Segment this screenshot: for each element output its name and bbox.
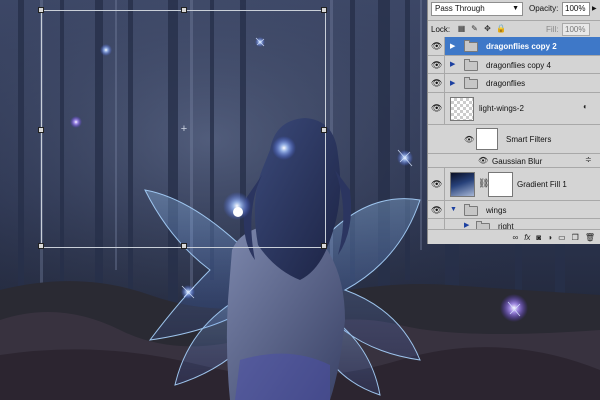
blend-mode-select[interactable]: Pass Through ▼	[431, 2, 523, 16]
layer-row[interactable]: 👁 ▶ dragonflies copy 2	[428, 37, 600, 56]
visibility-toggle	[428, 125, 445, 153]
folder-icon	[464, 204, 478, 216]
layer-name: Smart Filters	[506, 135, 552, 144]
fill-label: Fill:	[546, 25, 559, 34]
lock-row: Lock: ▦ ✎ ✥ 🔒 Fill: 100%	[428, 20, 600, 38]
folder-icon[interactable]: ▭	[558, 233, 566, 242]
layer-row[interactable]: 👁 light-wings-2 ◐	[428, 93, 600, 125]
folder-icon	[464, 40, 478, 52]
folder-icon	[464, 77, 478, 89]
transform-handle-middle-right[interactable]	[321, 127, 327, 133]
eye-icon: 👁	[431, 78, 443, 88]
expand-triangle-icon[interactable]: ▶	[464, 221, 469, 229]
fill-input[interactable]: 100%	[562, 23, 590, 36]
transform-handle-top-left[interactable]	[38, 7, 44, 13]
layer-mask-thumbnail	[488, 172, 513, 197]
layer-name: Gradient Fill 1	[517, 180, 567, 189]
eye-icon: 👁	[431, 41, 443, 51]
visibility-toggle[interactable]: 👁	[428, 168, 445, 200]
layer-name: dragonflies copy 2	[486, 42, 557, 51]
visibility-toggle[interactable]: 👁	[428, 201, 445, 218]
lock-position-icon[interactable]: ✥	[483, 24, 492, 33]
transform-handle-bottom-center[interactable]	[181, 243, 187, 249]
folder-icon	[464, 59, 478, 71]
expand-triangle-icon[interactable]: ▶	[450, 79, 455, 87]
layers-panel-bottom-bar: ∞ fx ◙ ◑ ▭ ❐ 🗑	[428, 229, 600, 244]
visibility-toggle[interactable]: 👁	[428, 74, 445, 92]
eye-icon: 👁	[431, 103, 443, 113]
transform-handle-bottom-right[interactable]	[321, 243, 327, 249]
smart-filter-indicator-icon[interactable]: ◐	[583, 102, 588, 111]
lock-label: Lock:	[431, 25, 451, 34]
visibility-toggle[interactable]: 👁	[428, 37, 445, 55]
lock-image-icon[interactable]: ✎	[470, 24, 479, 33]
expand-triangle-icon[interactable]: ▶	[450, 60, 455, 68]
mask-icon[interactable]: ◙	[536, 233, 541, 242]
layer-name: light-wings-2	[479, 104, 524, 113]
transform-handle-top-right[interactable]	[321, 7, 327, 13]
layer-thumbnail	[450, 97, 474, 121]
layers-panel-toolbar: Pass Through ▼ Opacity: 100% ▶	[428, 0, 600, 20]
adjustment-icon[interactable]: ◑	[547, 233, 552, 242]
layer-name: dragonflies copy 4	[486, 61, 551, 70]
opacity-label: Opacity:	[529, 4, 559, 13]
visibility-toggle[interactable]	[428, 219, 445, 229]
chevron-right-icon[interactable]: ▶	[592, 5, 597, 12]
lock-transparent-icon[interactable]: ▦	[457, 24, 466, 33]
lock-all-icon[interactable]: 🔒	[496, 24, 506, 33]
transform-handle-middle-left[interactable]	[38, 127, 44, 133]
blend-mode-value: Pass Through	[435, 4, 485, 13]
smart-filter-mask-thumbnail	[476, 128, 498, 150]
layer-name: wings	[486, 206, 507, 215]
layer-row[interactable]: 👁 ⛓ Gradient Fill 1	[428, 168, 600, 201]
transform-reference-point[interactable]: +	[179, 124, 189, 135]
visibility-toggle	[428, 154, 445, 167]
layers-panel: Pass Through ▼ Opacity: 100% ▶ Lock: ▦ ✎…	[427, 0, 600, 244]
visibility-toggle[interactable]: 👁	[428, 56, 445, 73]
eye-icon: 👁	[431, 205, 443, 215]
layer-row[interactable]: 👁 Gaussian Blur ≑	[428, 154, 600, 168]
opacity-input[interactable]: 100%	[562, 2, 590, 16]
trash-icon[interactable]: 🗑	[585, 233, 595, 242]
layer-row[interactable]: 👁 ▼ wings	[428, 201, 600, 219]
eye-icon[interactable]: 👁	[478, 156, 488, 165]
link-icon[interactable]: ∞	[512, 233, 518, 242]
chevron-down-icon: ▼	[512, 5, 519, 12]
visibility-toggle[interactable]: 👁	[428, 93, 445, 124]
expand-triangle-icon[interactable]: ▶	[450, 42, 455, 50]
eye-icon: 👁	[431, 179, 443, 189]
layer-row[interactable]: 👁 ▶ dragonflies copy 4	[428, 56, 600, 74]
layer-name: dragonflies	[486, 79, 526, 88]
transform-handle-top-center[interactable]	[181, 7, 187, 13]
layer-row[interactable]: 👁 Smart Filters	[428, 125, 600, 154]
layer-name: Gaussian Blur	[492, 157, 543, 166]
new-layer-icon[interactable]: ❐	[572, 233, 579, 242]
eye-icon: 👁	[431, 60, 443, 70]
layer-row[interactable]: 👁 ▶ dragonflies	[428, 74, 600, 93]
fx-icon[interactable]: fx	[524, 233, 530, 242]
transform-handle-bottom-left[interactable]	[38, 243, 44, 249]
filter-options-icon[interactable]: ≑	[585, 155, 592, 164]
collapse-triangle-icon[interactable]: ▼	[450, 206, 457, 213]
layer-thumbnail	[450, 172, 475, 197]
eye-icon[interactable]: 👁	[464, 135, 474, 144]
